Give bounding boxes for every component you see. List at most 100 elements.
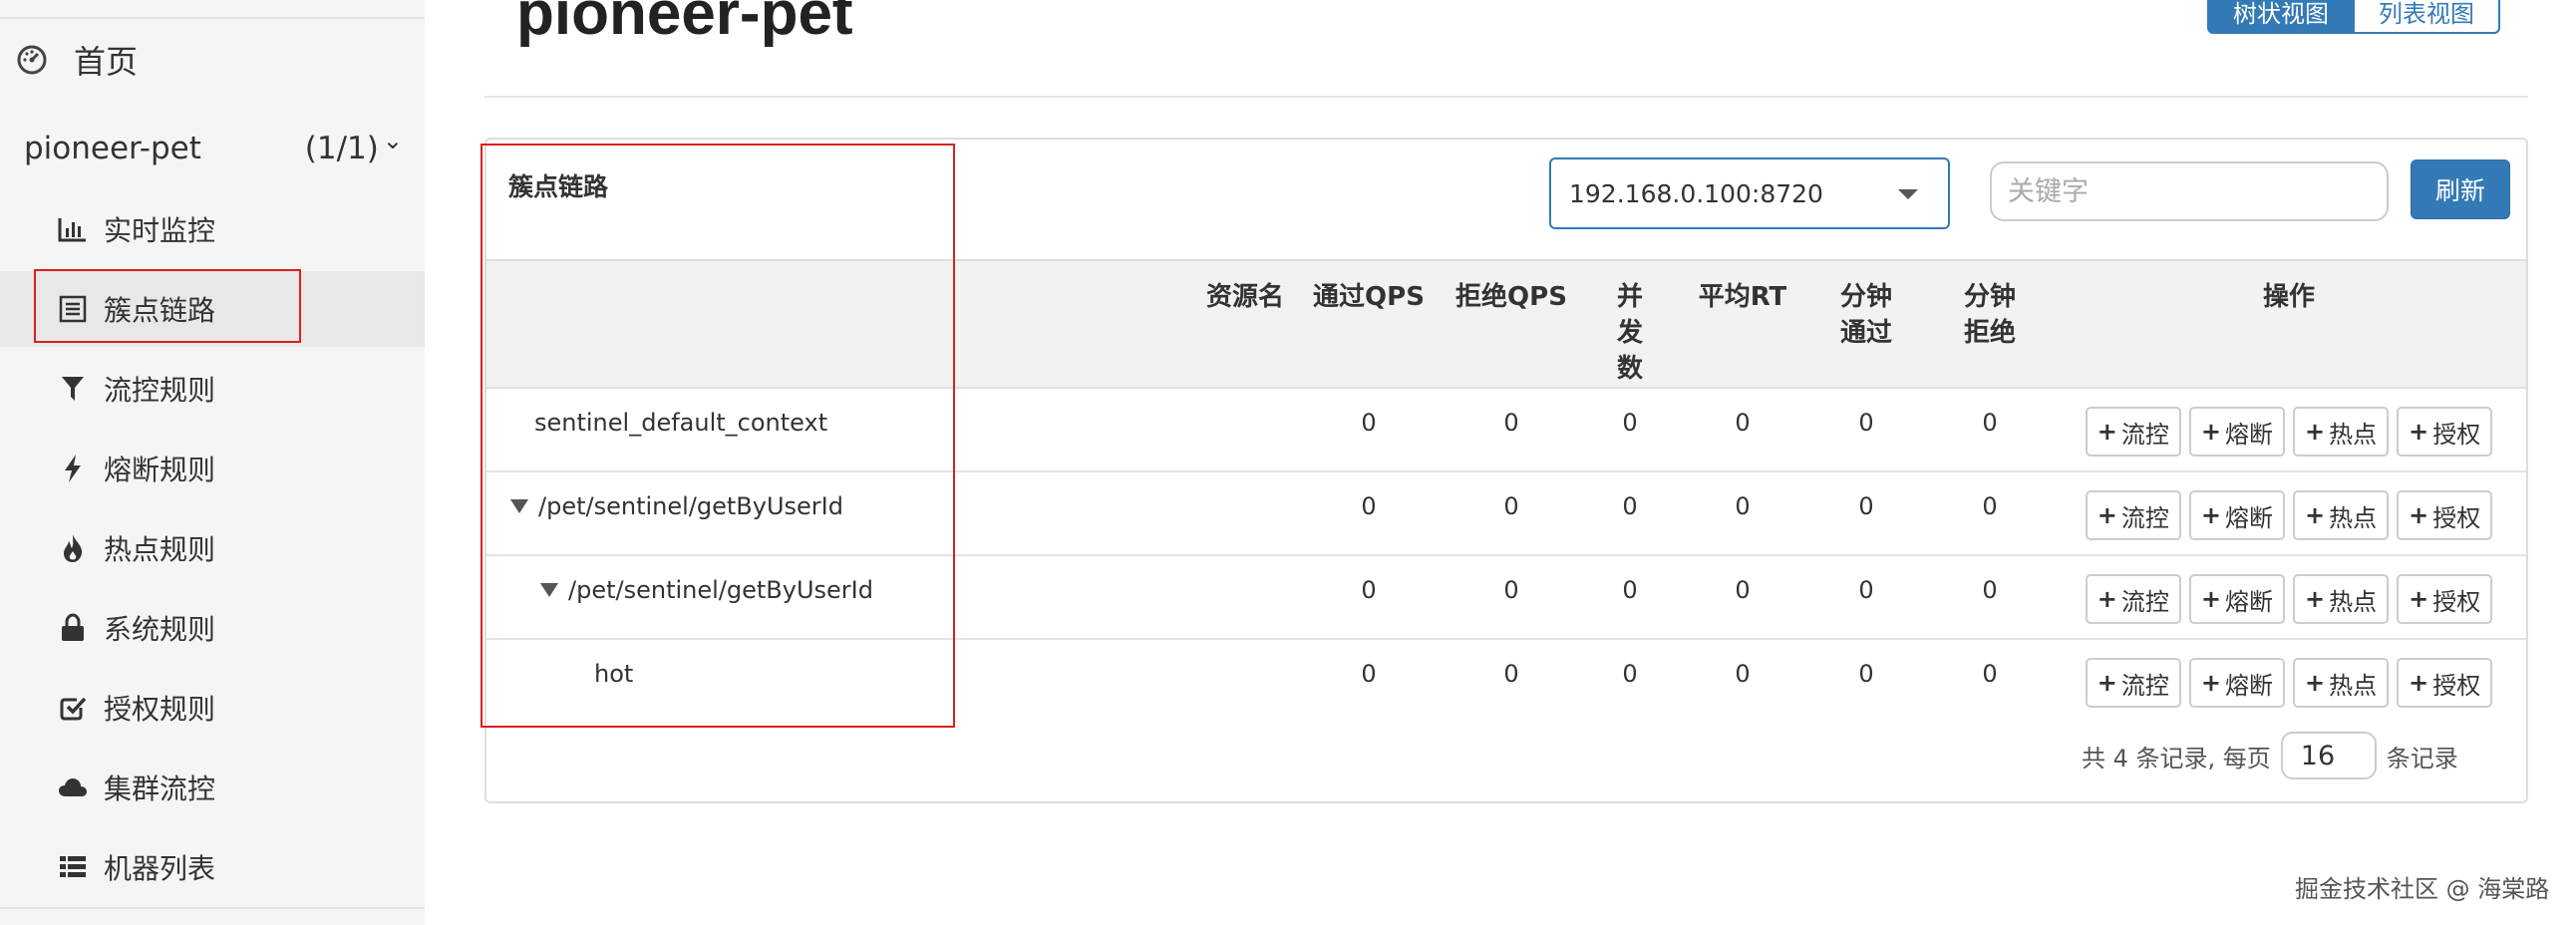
row-actions: + 流控 + 熔断 + 热点 + 授权 bbox=[2052, 490, 2526, 540]
plus-icon: + bbox=[2200, 585, 2221, 613]
plus-icon: + bbox=[2409, 501, 2429, 529]
sidebar-item-machines[interactable]: 机器列表 bbox=[0, 829, 425, 905]
add-auth-rule-button[interactable]: + 授权 bbox=[2397, 658, 2493, 708]
add-flow-rule-button[interactable]: + 流控 bbox=[2085, 574, 2181, 624]
sidebar-item-auth-rules[interactable]: 授权规则 bbox=[0, 670, 425, 746]
cell-minute-pass: 0 bbox=[1858, 492, 1874, 520]
sidebar-item-cluster-flow[interactable]: 集群流控 bbox=[0, 750, 425, 825]
cell-pass-qps: 0 bbox=[1361, 660, 1377, 688]
sidebar-divider bbox=[0, 907, 425, 909]
cell-pass-qps: 0 bbox=[1361, 409, 1377, 437]
cell-minute-block: 0 bbox=[1982, 492, 1998, 520]
plus-icon: + bbox=[2305, 585, 2326, 613]
add-auth-rule-button[interactable]: + 授权 bbox=[2397, 407, 2493, 457]
tree-view-button[interactable]: 树状视图 bbox=[2207, 0, 2355, 34]
col-minute-pass: 分钟通过 bbox=[1839, 282, 1892, 348]
cell-minute-block: 0 bbox=[1982, 409, 1998, 437]
page-title: pioneer-pet bbox=[516, 0, 853, 48]
sidebar-item-label: 授权规则 bbox=[104, 693, 216, 726]
pagination-info: 共 4 条记录, 每页 16 条记录 bbox=[2082, 732, 2458, 779]
add-degrade-rule-button[interactable]: + 熔断 bbox=[2188, 574, 2285, 624]
fire-icon bbox=[58, 533, 88, 563]
cell-concurrency: 0 bbox=[1622, 576, 1638, 604]
sidebar-item-degrade-rules[interactable]: 熔断规则 bbox=[0, 431, 425, 506]
col-ops: 操作 bbox=[2262, 282, 2315, 312]
app-toggle[interactable]: pioneer-pet (1/1) ⌄ bbox=[24, 124, 403, 173]
sidebar-item-label: 集群流控 bbox=[104, 772, 216, 805]
cell-concurrency: 0 bbox=[1622, 409, 1638, 437]
watermark: 掘金技术社区 @ 海棠路 bbox=[2295, 875, 2550, 903]
cell-minute-pass: 0 bbox=[1858, 576, 1874, 604]
plus-icon: + bbox=[2096, 418, 2117, 446]
add-flow-rule-button[interactable]: + 流控 bbox=[2085, 658, 2181, 708]
plus-icon: + bbox=[2305, 418, 2326, 446]
app-name: pioneer-pet bbox=[24, 131, 201, 166]
sidebar: 首页 pioneer-pet (1/1) ⌄ 实时监控 簇点链路 流控规则 熔断… bbox=[0, 0, 425, 925]
sidebar-item-label: 熔断规则 bbox=[104, 454, 216, 486]
add-auth-rule-button[interactable]: + 授权 bbox=[2397, 490, 2493, 540]
add-flow-rule-button[interactable]: + 流控 bbox=[2085, 490, 2181, 540]
plus-icon: + bbox=[2409, 418, 2429, 446]
dashboard-icon bbox=[16, 44, 48, 76]
add-degrade-rule-button[interactable]: + 熔断 bbox=[2188, 658, 2285, 708]
bar-chart-icon bbox=[58, 214, 88, 244]
sidebar-item-label: 机器列表 bbox=[104, 852, 216, 885]
plus-icon: + bbox=[2305, 669, 2326, 697]
machine-select-value: 192.168.0.100:8720 bbox=[1569, 178, 1823, 208]
keyword-search-input[interactable] bbox=[1990, 161, 2389, 221]
cell-pass-qps: 0 bbox=[1361, 576, 1377, 604]
page-size-input[interactable]: 16 bbox=[2280, 732, 2377, 779]
plus-icon: + bbox=[2409, 585, 2429, 613]
chevron-down-icon: ⌄ bbox=[382, 127, 403, 154]
plus-icon: + bbox=[2096, 585, 2117, 613]
sidebar-divider bbox=[0, 17, 425, 19]
row-actions: + 流控 + 熔断 + 热点 + 授权 bbox=[2052, 574, 2526, 624]
app-machine-count: (1/1) bbox=[304, 131, 379, 166]
col-avg-rt: 平均RT bbox=[1698, 282, 1787, 312]
col-block-qps: 拒绝QPS bbox=[1455, 282, 1567, 312]
cell-block-qps: 0 bbox=[1503, 492, 1519, 520]
refresh-button[interactable]: 刷新 bbox=[2411, 159, 2510, 219]
machine-select[interactable]: 192.168.0.100:8720 bbox=[1549, 157, 1950, 229]
sidebar-item-hot-rules[interactable]: 热点规则 bbox=[0, 510, 425, 586]
sidebar-home-label: 首页 bbox=[74, 43, 139, 81]
filter-icon bbox=[58, 374, 88, 404]
cell-block-qps: 0 bbox=[1503, 660, 1519, 688]
plus-icon: + bbox=[2096, 501, 2117, 529]
plus-icon: + bbox=[2096, 669, 2117, 697]
sidebar-item-label: 实时监控 bbox=[104, 214, 216, 247]
highlight-box bbox=[481, 144, 955, 728]
cell-avg-rt: 0 bbox=[1735, 660, 1751, 688]
cell-block-qps: 0 bbox=[1503, 409, 1519, 437]
lock-icon bbox=[58, 613, 88, 643]
add-hot-rule-button[interactable]: + 热点 bbox=[2293, 574, 2390, 624]
sidebar-item-label: 流控规则 bbox=[104, 374, 216, 407]
list-view-button[interactable]: 列表视图 bbox=[2355, 0, 2500, 34]
add-flow-rule-button[interactable]: + 流控 bbox=[2085, 407, 2181, 457]
bolt-icon bbox=[58, 454, 88, 483]
sidebar-item-system-rules[interactable]: 系统规则 bbox=[0, 590, 425, 666]
sidebar-item-label: 系统规则 bbox=[104, 613, 216, 646]
add-hot-rule-button[interactable]: + 热点 bbox=[2293, 407, 2390, 457]
cell-avg-rt: 0 bbox=[1735, 409, 1751, 437]
plus-icon: + bbox=[2409, 669, 2429, 697]
sidebar-item-label: 热点规则 bbox=[104, 533, 216, 566]
highlight-box bbox=[34, 269, 301, 343]
plus-icon: + bbox=[2200, 669, 2221, 697]
sidebar-home[interactable]: 首页 bbox=[16, 38, 138, 82]
check-square-icon bbox=[58, 693, 88, 723]
cell-avg-rt: 0 bbox=[1735, 576, 1751, 604]
sidebar-item-realtime-monitor[interactable]: 实时监控 bbox=[0, 191, 425, 267]
header-divider bbox=[484, 96, 2528, 98]
plus-icon: + bbox=[2200, 418, 2221, 446]
add-hot-rule-button[interactable]: + 热点 bbox=[2293, 490, 2390, 540]
cell-block-qps: 0 bbox=[1503, 576, 1519, 604]
add-degrade-rule-button[interactable]: + 熔断 bbox=[2188, 490, 2285, 540]
sidebar-item-flow-rules[interactable]: 流控规则 bbox=[0, 351, 425, 427]
add-hot-rule-button[interactable]: + 热点 bbox=[2293, 658, 2390, 708]
cell-pass-qps: 0 bbox=[1361, 492, 1377, 520]
plus-icon: + bbox=[2200, 501, 2221, 529]
col-concurrency: 并发数 bbox=[1616, 282, 1643, 384]
add-auth-rule-button[interactable]: + 授权 bbox=[2397, 574, 2493, 624]
add-degrade-rule-button[interactable]: + 熔断 bbox=[2188, 407, 2285, 457]
